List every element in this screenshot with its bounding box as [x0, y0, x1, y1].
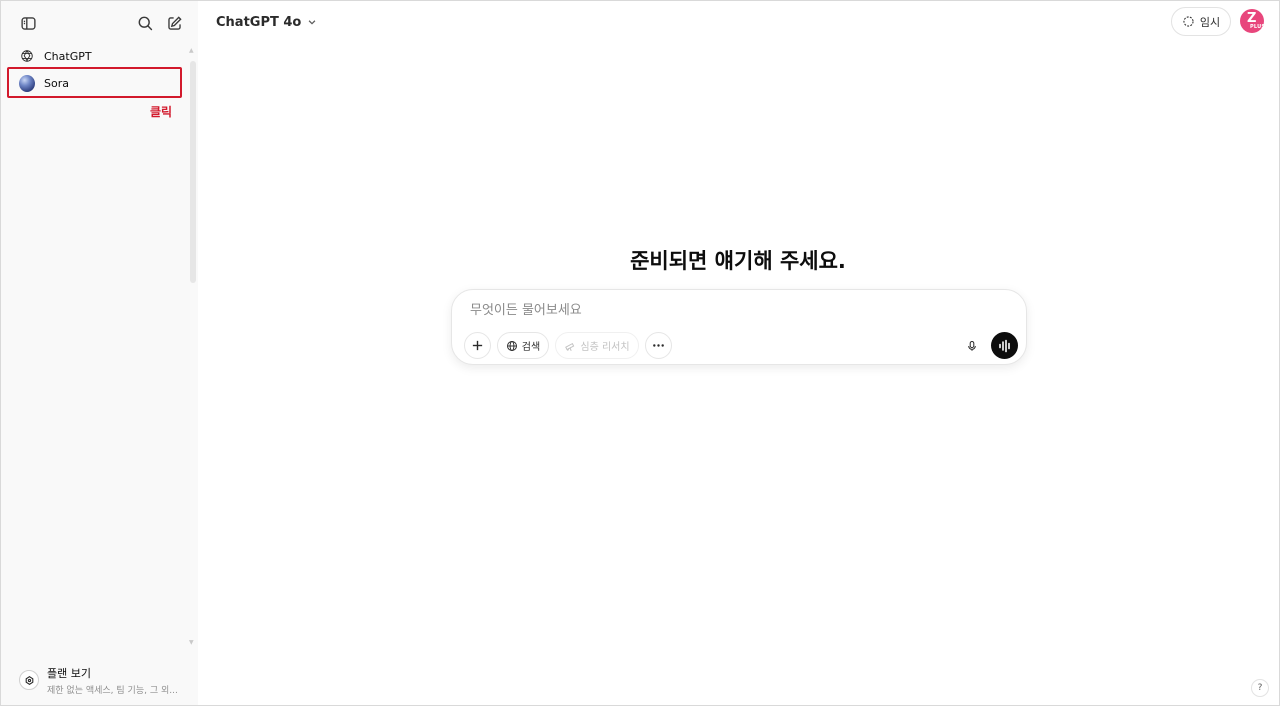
scroll-down-arrow-icon[interactable]: ▼	[189, 639, 194, 646]
composer: 검색 심층 리서치	[451, 289, 1027, 365]
annotation-click-label: 클릭	[150, 105, 173, 119]
more-dots-icon	[653, 344, 664, 347]
deep-research-label: 심층 리서치	[580, 342, 630, 353]
plan-title: 플랜 보기	[47, 666, 91, 680]
new-chat-icon[interactable]	[163, 12, 185, 34]
annotation-highlight-box	[7, 67, 182, 98]
temporary-chat-icon	[1183, 16, 1194, 27]
search-button[interactable]: 검색	[497, 332, 549, 359]
page-title: 준비되면 얘기해 주세요.	[630, 249, 846, 273]
temporary-chat-button[interactable]: 임시	[1171, 7, 1231, 36]
model-selector[interactable]: ChatGPT 4o	[208, 9, 325, 35]
deep-research-button[interactable]: 심층 리서치	[555, 332, 639, 359]
attach-button[interactable]	[464, 332, 491, 359]
plan-upgrade-icon	[19, 670, 39, 690]
voice-mode-button[interactable]	[991, 332, 1018, 359]
globe-icon	[506, 340, 517, 351]
avatar-plus-badge: PLUS	[1250, 24, 1266, 30]
openai-logo-icon	[19, 48, 35, 64]
telescope-icon	[565, 342, 575, 351]
view-plans-button[interactable]: 플랜 보기 제한 없는 액세스, 팀 기능, 그 외...	[9, 661, 189, 699]
sidebar-item-label: ChatGPT	[44, 49, 92, 63]
avatar[interactable]: Z PLUS	[1240, 9, 1266, 33]
sidebar-toggle-icon[interactable]	[17, 12, 39, 34]
sidebar-item-chatgpt[interactable]: ChatGPT	[9, 42, 181, 70]
model-label: ChatGPT 4o	[216, 14, 302, 30]
scroll-up-arrow-icon[interactable]: ▲	[189, 47, 194, 54]
temporary-label: 임시	[1199, 15, 1221, 29]
search-icon[interactable]	[134, 12, 156, 34]
search-label: 검색	[521, 342, 541, 353]
plan-subtitle: 제한 없는 액세스, 팀 기능, 그 외...	[47, 685, 178, 696]
more-options-button[interactable]	[645, 332, 672, 359]
prompt-input[interactable]	[470, 300, 990, 320]
dictate-button[interactable]	[958, 332, 985, 359]
sidebar-scrollbar[interactable]	[190, 61, 196, 283]
help-button[interactable]: ?	[1251, 679, 1269, 697]
microphone-icon	[967, 340, 976, 351]
chevron-down-icon	[309, 20, 316, 25]
plus-icon	[472, 340, 483, 351]
voice-waveform-icon	[998, 339, 1010, 352]
